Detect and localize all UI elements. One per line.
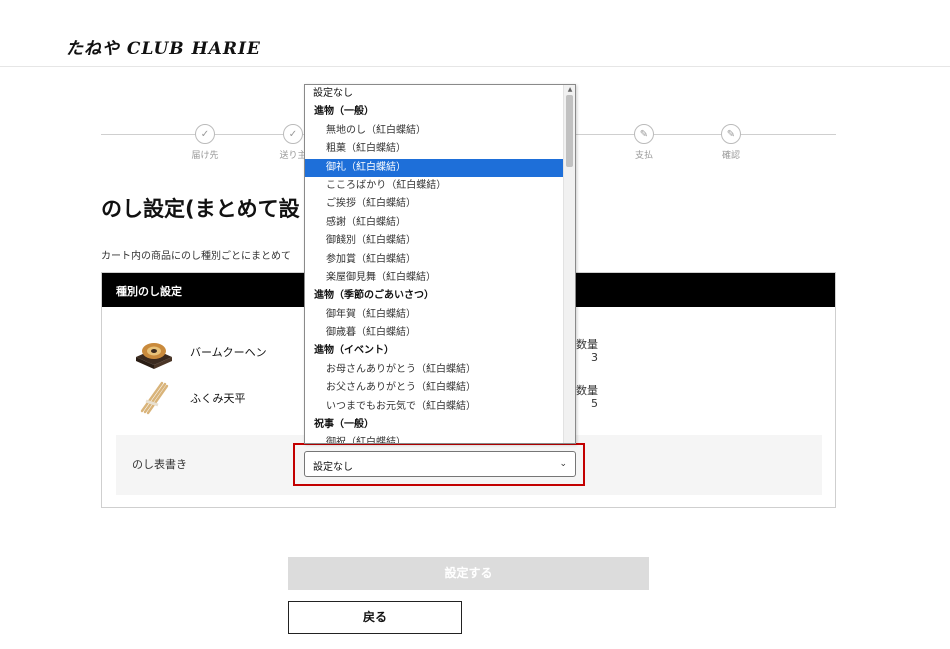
- page-title: のし設定(まとめて設: [101, 197, 300, 221]
- step-label: 確認: [721, 151, 740, 161]
- scroll-up-icon[interactable]: ▲: [564, 85, 575, 95]
- pencil-icon: ✎: [721, 124, 741, 144]
- option-list: 設定なし進物（一般） 無地のし（紅白蝶結） 粗菓（紅白蝶結） 御礼（紅白蝶結） こころば…: [305, 85, 575, 443]
- check-icon: ✓: [283, 124, 303, 144]
- step-label: 届け先: [191, 151, 219, 161]
- option-group-label: 進物（イベント）: [314, 345, 394, 357]
- page-description: カート内の商品にのし種別ごとにまとめて: [101, 251, 291, 262]
- check-icon: ✓: [195, 124, 215, 144]
- dropdown-option[interactable]: ご挨拶（紅白蝶結）: [305, 195, 564, 213]
- dropdown-option[interactable]: こころばかり（紅白蝶結）: [305, 177, 564, 195]
- step-6: ✎ 支払: [614, 124, 674, 161]
- brand-logo[interactable]: たねや CLUB HARIE: [66, 34, 261, 59]
- quantity-value: 5: [591, 397, 598, 410]
- noshi-dropdown-list[interactable]: 設定なし進物（一般） 無地のし（紅白蝶結） 粗菓（紅白蝶結） 御礼（紅白蝶結） こころば…: [304, 84, 576, 444]
- dropdown-option[interactable]: お母さんありがとう（紅白蝶結）: [305, 361, 564, 379]
- noshi-inscription-select[interactable]: 設定なし ⌄: [304, 451, 576, 477]
- step-7: ✎ 確認: [701, 124, 761, 161]
- noshi-inscription-label: のし表書き: [132, 458, 187, 471]
- option-group-label: 進物（一般）: [314, 106, 374, 118]
- quantity-label: 数量: [576, 384, 598, 397]
- dropdown-option[interactable]: 御年賀（紅白蝶結）: [305, 306, 564, 324]
- dropdown-option[interactable]: 参加賞（紅白蝶結）: [305, 251, 564, 269]
- pencil-icon: ✎: [634, 124, 654, 144]
- dropdown-option[interactable]: 御餞別（紅白蝶結）: [305, 232, 564, 250]
- dropdown-option[interactable]: 楽屋御見舞（紅白蝶結）: [305, 269, 564, 287]
- quantity-value: 3: [591, 351, 598, 364]
- dropdown-option[interactable]: 無地のし（紅白蝶結）: [305, 122, 564, 140]
- dropdown-option[interactable]: いつまでもお元気で（紅白蝶結）: [305, 398, 564, 416]
- step-label: 支払: [634, 151, 653, 161]
- baumkuchen-image: [136, 343, 172, 369]
- chevron-down-icon: ⌄: [559, 459, 567, 469]
- option-group-label: 祝事（一般）: [314, 419, 374, 431]
- product-name: バームクーヘン: [190, 346, 267, 359]
- select-value: 設定なし: [313, 462, 353, 473]
- quantity-label: 数量: [576, 338, 598, 351]
- fukumi-tenpyo-image: [140, 381, 169, 415]
- step-0: ✓ 届け先: [175, 124, 235, 161]
- dropdown-option[interactable]: 設定なし: [305, 85, 564, 103]
- dropdown-option[interactable]: 感謝（紅白蝶結）: [305, 214, 564, 232]
- scrollbar-thumb[interactable]: [566, 95, 573, 167]
- back-button[interactable]: 戻る: [288, 601, 462, 634]
- dropdown-option[interactable]: 御祝（紅白蝶結）: [305, 434, 564, 443]
- dropdown-option[interactable]: 御歳暮（紅白蝶結）: [305, 324, 564, 342]
- submit-button[interactable]: 設定する: [288, 557, 649, 590]
- product-name: ふくみ天平: [190, 392, 246, 405]
- dropdown-option[interactable]: 御礼（紅白蝶結）: [305, 158, 564, 177]
- option-group-label: 進物（季節のごあいさつ）: [314, 290, 434, 302]
- dropdown-scrollbar[interactable]: ▲: [563, 85, 575, 443]
- dropdown-option[interactable]: お父さんありがとう（紅白蝶結）: [305, 379, 564, 397]
- site-header: たねや CLUB HARIE: [0, 0, 950, 67]
- dropdown-option[interactable]: 粗菓（紅白蝶結）: [305, 140, 564, 158]
